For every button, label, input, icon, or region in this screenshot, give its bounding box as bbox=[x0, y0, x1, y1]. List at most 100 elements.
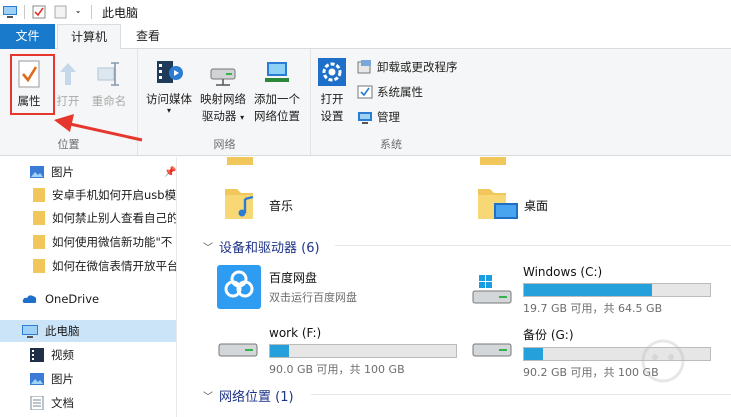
nav-item-onedrive[interactable]: OneDrive bbox=[0, 288, 176, 310]
nav-item-label: 此电脑 bbox=[45, 324, 80, 338]
rename-button[interactable]: 重命名 bbox=[89, 59, 129, 110]
drive-tile-f[interactable]: work (F:) 90.0 GB 可用，共 100 GB bbox=[217, 324, 457, 377]
drive-usage-fill bbox=[270, 345, 289, 357]
music-folder-icon bbox=[225, 189, 254, 219]
map-drive-label-1: 映射网络 bbox=[200, 92, 246, 106]
section-network-locations[interactable]: ﹀ 网络位置 (1) bbox=[203, 386, 294, 405]
videos-icon bbox=[30, 348, 44, 362]
computer-small-icon[interactable] bbox=[2, 5, 18, 19]
folder-tile-music[interactable]: 音乐 bbox=[223, 183, 293, 223]
new-folder-small-icon[interactable] bbox=[53, 5, 69, 19]
folder-tile-desktop[interactable]: 桌面 bbox=[476, 183, 548, 223]
pane-divider[interactable] bbox=[176, 157, 177, 417]
pictures-icon bbox=[30, 166, 44, 178]
group-label-system: 系统 bbox=[380, 138, 402, 151]
nav-item-label: 如何在微信表情开放平台 bbox=[52, 259, 176, 273]
folder-icon bbox=[33, 235, 45, 249]
uninstall-label: 卸载或更改程序 bbox=[377, 60, 458, 74]
ribbon-group-system: 打开 设置 卸载或更改程序 系统属性 管理 系统 bbox=[312, 49, 470, 155]
window-title: 此电脑 bbox=[102, 5, 139, 20]
manage-button[interactable]: 管理 bbox=[357, 109, 400, 125]
chevron-down-icon[interactable]: ﹀ bbox=[203, 239, 213, 254]
settings-gear-icon bbox=[318, 58, 346, 86]
section-title: 网络位置 (1) bbox=[219, 390, 294, 405]
open-button[interactable]: 打开 bbox=[53, 59, 83, 110]
nav-item-label: 如何使用微信新功能"不 bbox=[52, 235, 173, 249]
nav-item-pictures-pinned[interactable]: 图片 📌 bbox=[0, 161, 176, 183]
drive-space-text: 90.0 GB 可用，共 100 GB bbox=[269, 363, 405, 376]
uninstall-programs-button[interactable]: 卸载或更改程序 bbox=[357, 59, 458, 75]
section-divider bbox=[335, 245, 731, 246]
drive-name: Windows (C:) bbox=[523, 265, 603, 279]
drive-tile-c[interactable]: Windows (C:) 19.7 GB 可用，共 64.5 GB bbox=[471, 263, 711, 316]
nav-item-label: OneDrive bbox=[45, 292, 100, 306]
chevron-down-icon[interactable]: ﹀ bbox=[203, 388, 213, 403]
device-tile-baidu-netdisk[interactable]: 百度网盘 双击运行百度网盘 bbox=[217, 265, 357, 309]
tab-view[interactable]: 查看 bbox=[123, 24, 173, 49]
drive-name: work (F:) bbox=[269, 326, 322, 340]
media-icon bbox=[157, 61, 183, 83]
folder-name: 桌面 bbox=[524, 199, 549, 213]
open-settings-label-1: 打开 bbox=[320, 92, 344, 106]
chevron-down-icon[interactable]: ▾ bbox=[143, 107, 195, 115]
ribbon-group-network: 访问媒体 ▾ 映射网络 驱动器 ▾ 添加一个 网络位置 网络 bbox=[139, 49, 311, 155]
nav-item-documents[interactable]: 文档 bbox=[0, 392, 176, 414]
navigation-pane: 图片 📌 安卓手机如何开启usb模 如何禁止别人查看自己的 如何使用微信新功能"… bbox=[0, 157, 176, 417]
nav-item-folder[interactable]: 如何使用微信新功能"不 bbox=[0, 231, 176, 253]
windows-drive-icon bbox=[472, 275, 512, 304]
documents-icon bbox=[30, 396, 44, 410]
tab-file[interactable]: 文件 bbox=[0, 24, 55, 49]
separator bbox=[91, 5, 92, 19]
nav-item-folder[interactable]: 如何禁止别人查看自己的 bbox=[0, 207, 176, 229]
drive-icon bbox=[218, 343, 258, 357]
add-network-location-button[interactable]: 添加一个 网络位置 bbox=[250, 59, 304, 125]
nav-item-label: 视频 bbox=[51, 348, 74, 362]
pin-icon[interactable]: 📌 bbox=[164, 167, 176, 178]
nav-item-this-pc[interactable]: 此电脑 bbox=[0, 320, 176, 342]
computer-icon bbox=[22, 324, 38, 338]
nav-item-videos[interactable]: 视频 bbox=[0, 344, 176, 366]
system-properties-label: 系统属性 bbox=[377, 85, 423, 99]
nav-item-label: 如何禁止别人查看自己的 bbox=[52, 211, 176, 225]
nav-item-folder[interactable]: 安卓手机如何开启usb模 bbox=[0, 184, 176, 206]
system-properties-icon bbox=[357, 85, 373, 99]
folder-icon bbox=[227, 157, 253, 165]
separator bbox=[24, 5, 25, 19]
chevron-down-icon[interactable] bbox=[75, 5, 85, 19]
nav-item-label: 图片 bbox=[51, 165, 74, 179]
tab-computer[interactable]: 计算机 bbox=[57, 24, 122, 50]
system-properties-button[interactable]: 系统属性 bbox=[357, 84, 423, 100]
open-settings-label-2: 设置 bbox=[320, 109, 344, 123]
folder-name: 音乐 bbox=[269, 199, 294, 213]
network-location-icon bbox=[265, 62, 289, 82]
add-location-label-2: 网络位置 bbox=[254, 109, 300, 123]
nav-item-label: 安卓手机如何开启usb模 bbox=[52, 188, 176, 202]
folder-icon bbox=[33, 188, 45, 202]
section-devices-and-drives[interactable]: ﹀ 设备和驱动器 (6) bbox=[203, 237, 320, 256]
onedrive-icon bbox=[22, 295, 37, 303]
nav-item-label: 文档 bbox=[51, 396, 74, 410]
device-subtitle: 双击运行百度网盘 bbox=[269, 291, 357, 304]
nav-item-label: 图片 bbox=[51, 372, 74, 386]
access-media-button[interactable]: 访问媒体 ▾ bbox=[143, 57, 195, 115]
title-bar: 此电脑 bbox=[0, 0, 731, 24]
nav-item-folder[interactable]: 如何在微信表情开放平台 bbox=[0, 255, 176, 277]
map-drive-label-2: 驱动器 ▾ bbox=[201, 109, 245, 123]
drive-usage-fill bbox=[524, 284, 653, 296]
properties-small-icon[interactable] bbox=[31, 5, 47, 19]
folder-icon bbox=[33, 211, 45, 225]
drive-usage-bar bbox=[269, 344, 457, 358]
manage-icon bbox=[358, 112, 372, 124]
section-title: 设备和驱动器 (6) bbox=[219, 241, 320, 256]
map-drive-icon bbox=[210, 68, 236, 86]
nav-item-pictures[interactable]: 图片 bbox=[0, 368, 176, 390]
uninstall-icon bbox=[357, 60, 371, 74]
drive-icon bbox=[472, 343, 512, 357]
map-network-drive-button[interactable]: 映射网络 驱动器 ▾ bbox=[197, 63, 249, 126]
open-settings-button[interactable]: 打开 设置 bbox=[316, 57, 348, 125]
chevron-down-icon[interactable]: ▾ bbox=[240, 113, 244, 122]
watermark-logo-icon bbox=[641, 339, 685, 383]
annotation-highlight-box bbox=[10, 54, 55, 115]
open-label: 打开 bbox=[56, 94, 80, 108]
rename-label: 重命名 bbox=[91, 94, 127, 108]
